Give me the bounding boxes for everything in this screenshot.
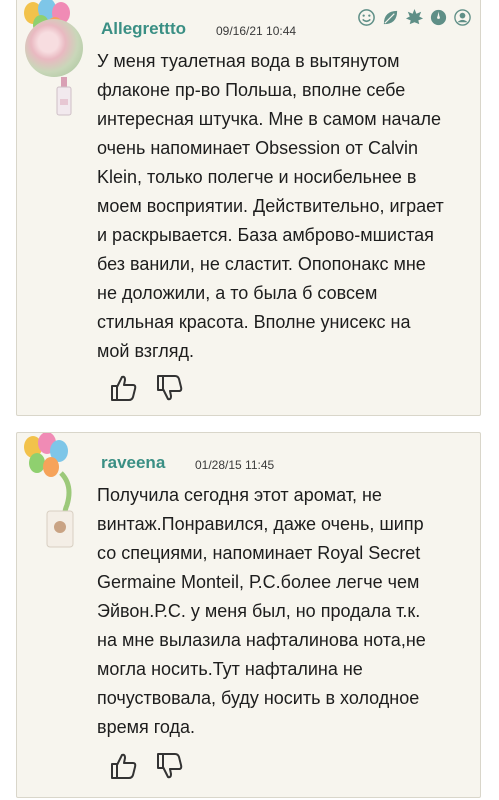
user-icon[interactable] xyxy=(453,8,472,27)
perfume-bottle-icon xyxy=(56,77,72,116)
comment-text: У меня туалетная вода в вытянутом флакон… xyxy=(97,47,477,366)
perfume-bottle-icon xyxy=(46,510,74,548)
thumbs-down-icon[interactable] xyxy=(155,751,185,781)
text-line: моем восприятии. Действительно, играет xyxy=(97,196,444,216)
text-line: Получила сегодня этот аромат, не xyxy=(97,485,382,505)
text-line: и раскрывается. База амброво-мшистая xyxy=(97,225,434,245)
text-line: флаконе пр-во Польша, вполне себе xyxy=(97,80,406,100)
comment-card: Allegrettto 09/16/21 10:44 У меня туалет… xyxy=(16,0,481,416)
text-line: стильная красота. Вполне унисекс на xyxy=(97,312,411,332)
smile-icon[interactable] xyxy=(357,8,376,27)
text-line: Эйвон.Р.С. у меня был, но продала т.к. xyxy=(97,601,421,621)
leaf-icon[interactable] xyxy=(381,8,400,27)
user-avatar-column xyxy=(21,433,85,563)
text-line: винтаж.Понравился, даже очень, шипр xyxy=(97,514,424,534)
text-line: Klein, только полегче и носибельнее в xyxy=(97,167,417,187)
text-line: интересная штучка. Мне в самом начале xyxy=(97,109,442,129)
text-line: мой взгляд. xyxy=(97,341,194,361)
comment-card: raveena 01/28/15 11:45 Получила сегодня … xyxy=(16,432,481,798)
username[interactable]: raveena xyxy=(101,453,165,473)
timestamp: 01/28/15 11:45 xyxy=(195,458,275,472)
thumbs-down-icon[interactable] xyxy=(155,373,185,403)
settings-icon[interactable] xyxy=(429,8,448,27)
text-line: У меня туалетная вода в вытянутом xyxy=(97,51,400,71)
text-line: очень напоминает Obsession от Calvin xyxy=(97,138,418,158)
vote-controls xyxy=(109,751,185,781)
timestamp: 09/16/21 10:44 xyxy=(216,24,297,38)
text-line: Germaine Monteil, Р.С.более легче чем xyxy=(97,572,420,592)
text-line: на мне вылазила нафталинова нота,не xyxy=(97,630,426,650)
text-line: со специями, напоминает Royal Secret xyxy=(97,543,421,563)
avatar[interactable] xyxy=(25,19,83,77)
text-line: без ванили, не сластит. Опопонакс мне xyxy=(97,254,426,274)
comment-text: Получила сегодня этот аромат, не винтаж.… xyxy=(97,481,477,742)
maple-leaf-icon[interactable] xyxy=(405,8,424,27)
text-line: время года. xyxy=(97,717,196,737)
user-avatar-column xyxy=(21,0,85,129)
comment-toolbar xyxy=(357,8,472,27)
vote-controls xyxy=(109,373,185,403)
username[interactable]: Allegrettto xyxy=(101,19,186,39)
text-line: почуствовала, буду носить в холодное xyxy=(97,688,420,708)
text-line: не доложили, а то была б совсем xyxy=(97,283,378,303)
thumbs-up-icon[interactable] xyxy=(109,373,139,403)
text-line: могла носить.Тут нафталина не xyxy=(97,659,363,679)
thumbs-up-icon[interactable] xyxy=(109,751,139,781)
